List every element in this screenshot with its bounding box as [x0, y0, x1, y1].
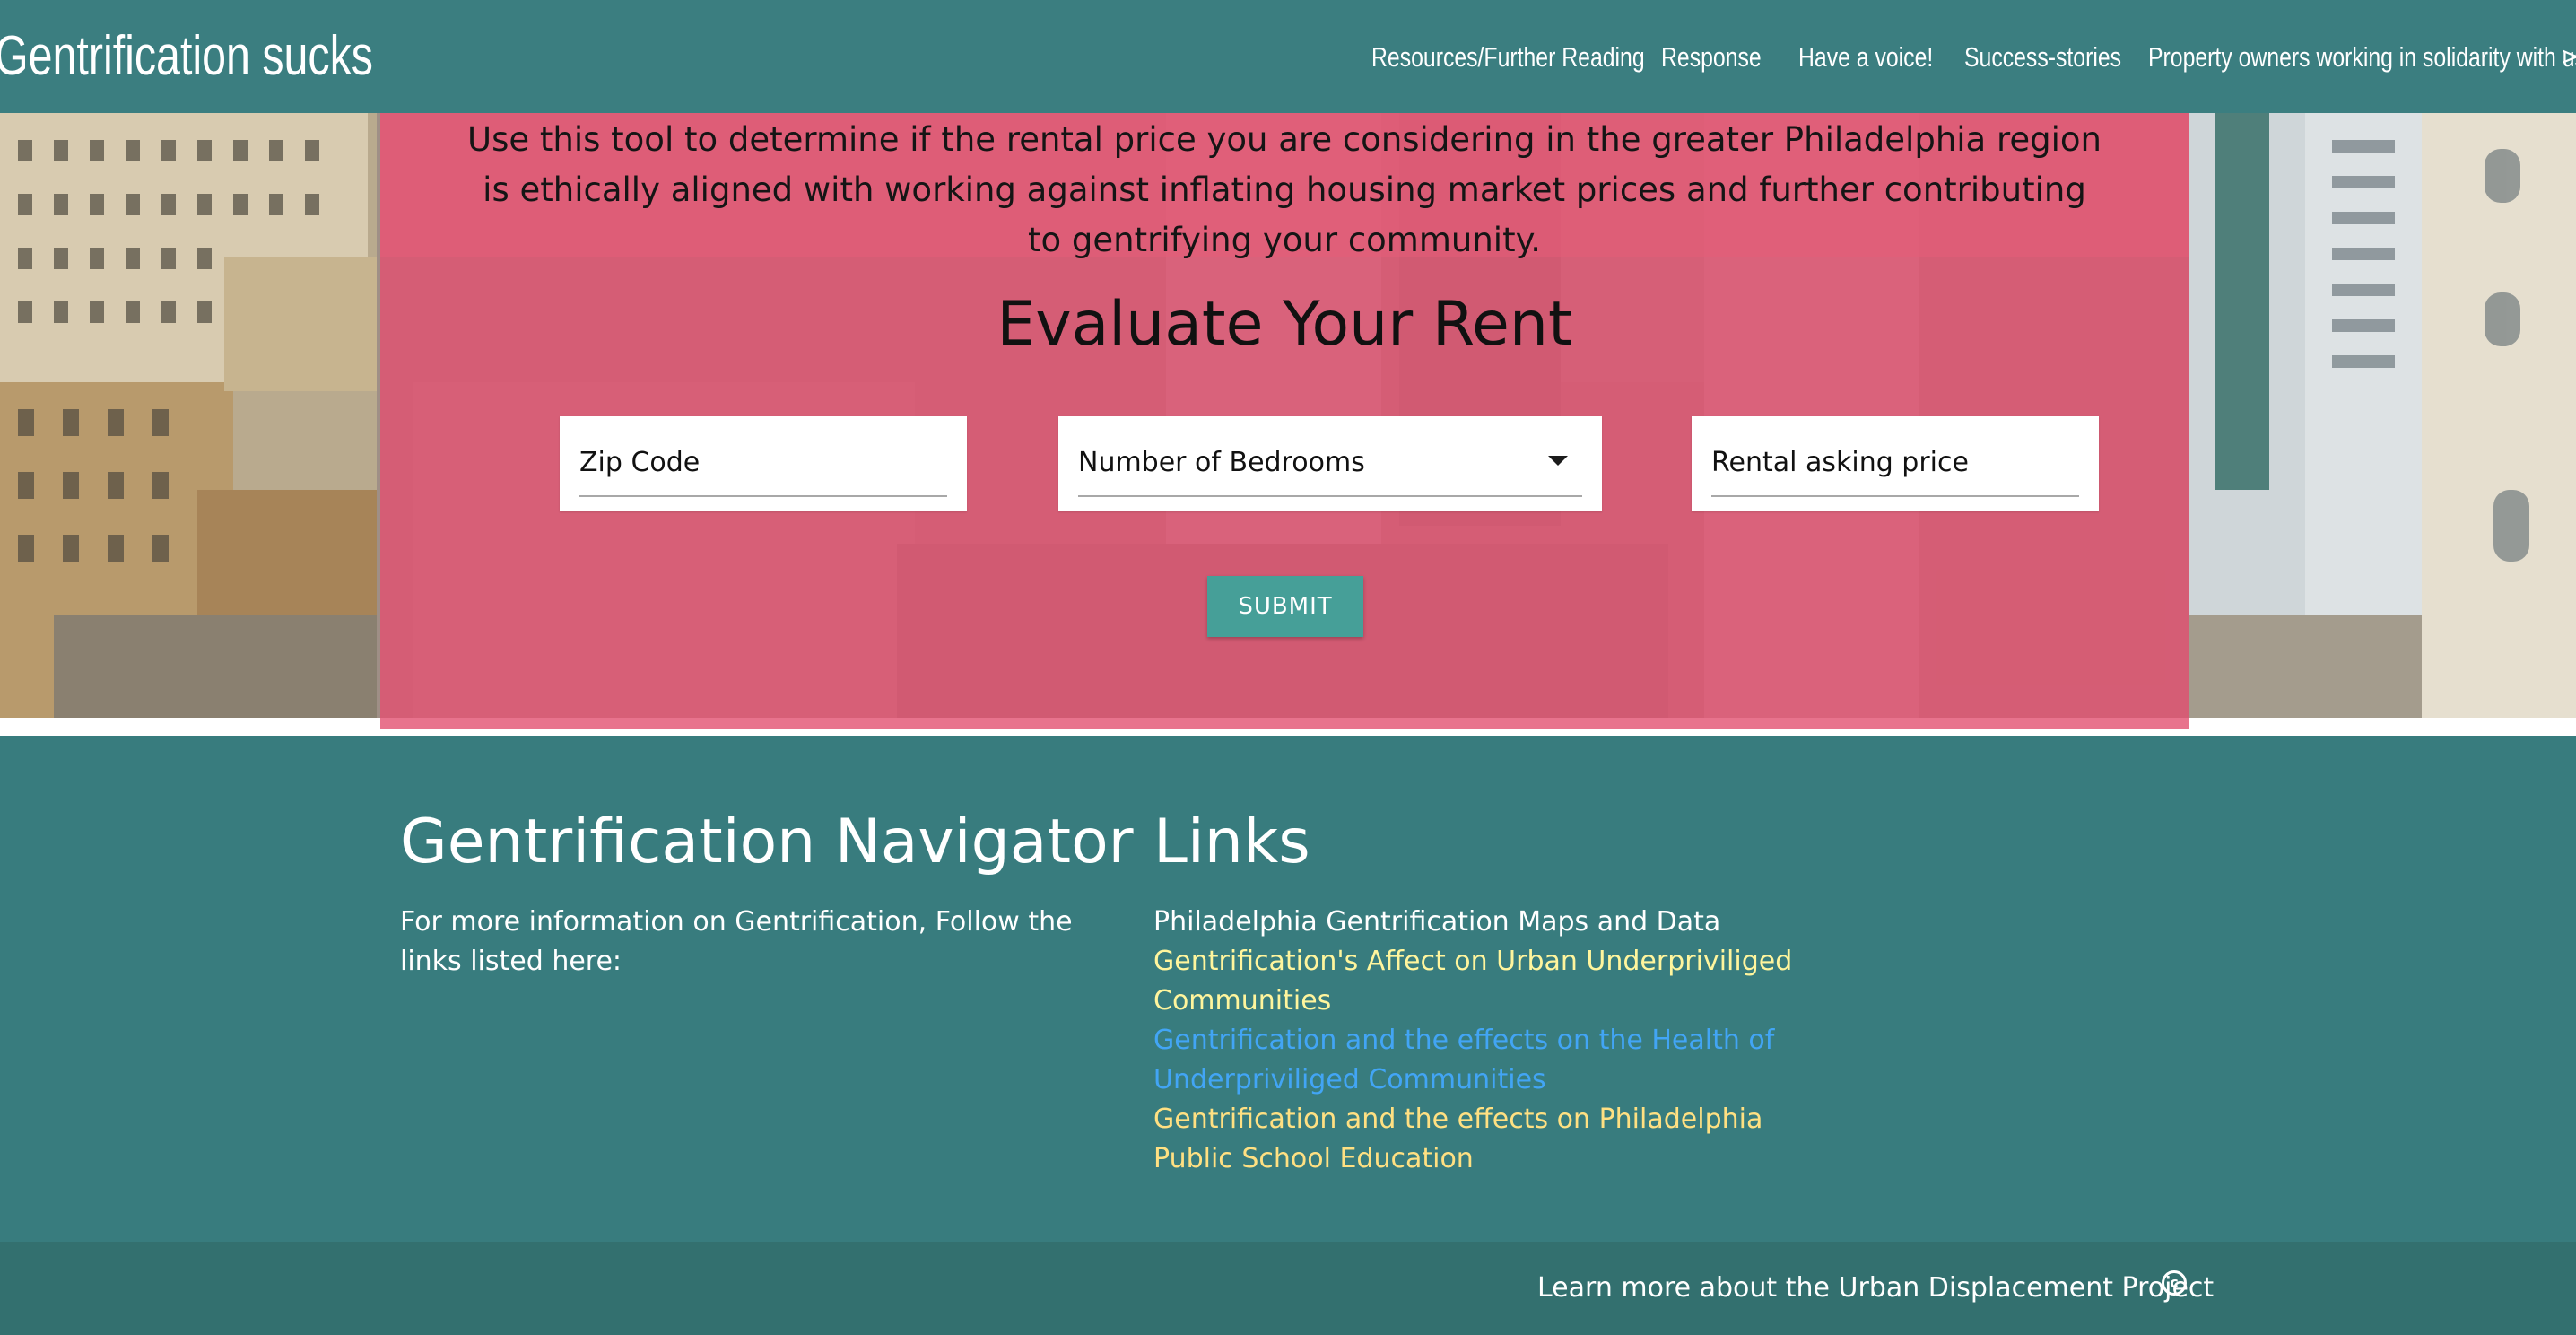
- nav-more-chevron-icon[interactable]: >: [2562, 34, 2576, 81]
- copyright-icon: c: [2162, 1270, 2187, 1296]
- intro-text: Use this tool to determine if the rental…: [467, 120, 2102, 259]
- nav-link-response[interactable]: Response: [1661, 34, 1762, 81]
- rent-evaluator-panel: Use this tool to determine if the rental…: [380, 113, 2189, 729]
- nav-link-resources[interactable]: Resources/Further Reading: [1371, 34, 1645, 81]
- urban-displacement-link[interactable]: Learn more about the Urban Displacement …: [1537, 1267, 2214, 1310]
- bedrooms-select[interactable]: Number of Bedrooms: [1058, 416, 1602, 511]
- rental-price-placeholder: Rental asking price: [1711, 447, 1969, 478]
- links-title: Links: [1153, 807, 1310, 877]
- rental-price-underline: [1711, 495, 2079, 497]
- bedrooms-underline: [1078, 495, 1582, 497]
- navbar: Gentrification sucks Resources/Further R…: [0, 0, 2576, 113]
- navigator-description: For more information on Gentrification, …: [400, 906, 1073, 977]
- gentrification-navigator-title: Gentrification Navigator: [400, 807, 1134, 877]
- zip-code-placeholder: Zip Code: [579, 447, 701, 478]
- chevron-down-icon[interactable]: [1548, 456, 1568, 466]
- nav-links: Resources/Further Reading Response Have …: [0, 34, 2576, 81]
- footer-links-list: Philadelphia Gentrification Maps and Dat…: [1153, 903, 1835, 1179]
- link-urban-underpriviliged[interactable]: Gentrification's Affect on Urban Underpr…: [1153, 942, 1835, 1021]
- bedrooms-placeholder: Number of Bedrooms: [1078, 447, 1365, 478]
- rental-price-field[interactable]: Rental asking price: [1692, 416, 2099, 511]
- zip-code-field[interactable]: Zip Code: [560, 416, 967, 511]
- nav-link-have-a-voice[interactable]: Have a voice!: [1798, 34, 1933, 81]
- evaluate-rent-title: Evaluate Your Rent: [996, 289, 1572, 360]
- nav-link-success-stories[interactable]: Success-stories: [1964, 34, 2121, 81]
- link-health-effects[interactable]: Gentrification and the effects on the He…: [1153, 1021, 1835, 1100]
- submit-button[interactable]: SUBMIT: [1207, 576, 1363, 637]
- link-public-school-education[interactable]: Gentrification and the effects on Philad…: [1153, 1100, 1835, 1179]
- zip-code-underline: [579, 495, 947, 497]
- link-maps-and-data[interactable]: Philadelphia Gentrification Maps and Dat…: [1153, 903, 1835, 942]
- nav-link-property-owners[interactable]: Property owners working in solidarity wi…: [2148, 34, 2576, 81]
